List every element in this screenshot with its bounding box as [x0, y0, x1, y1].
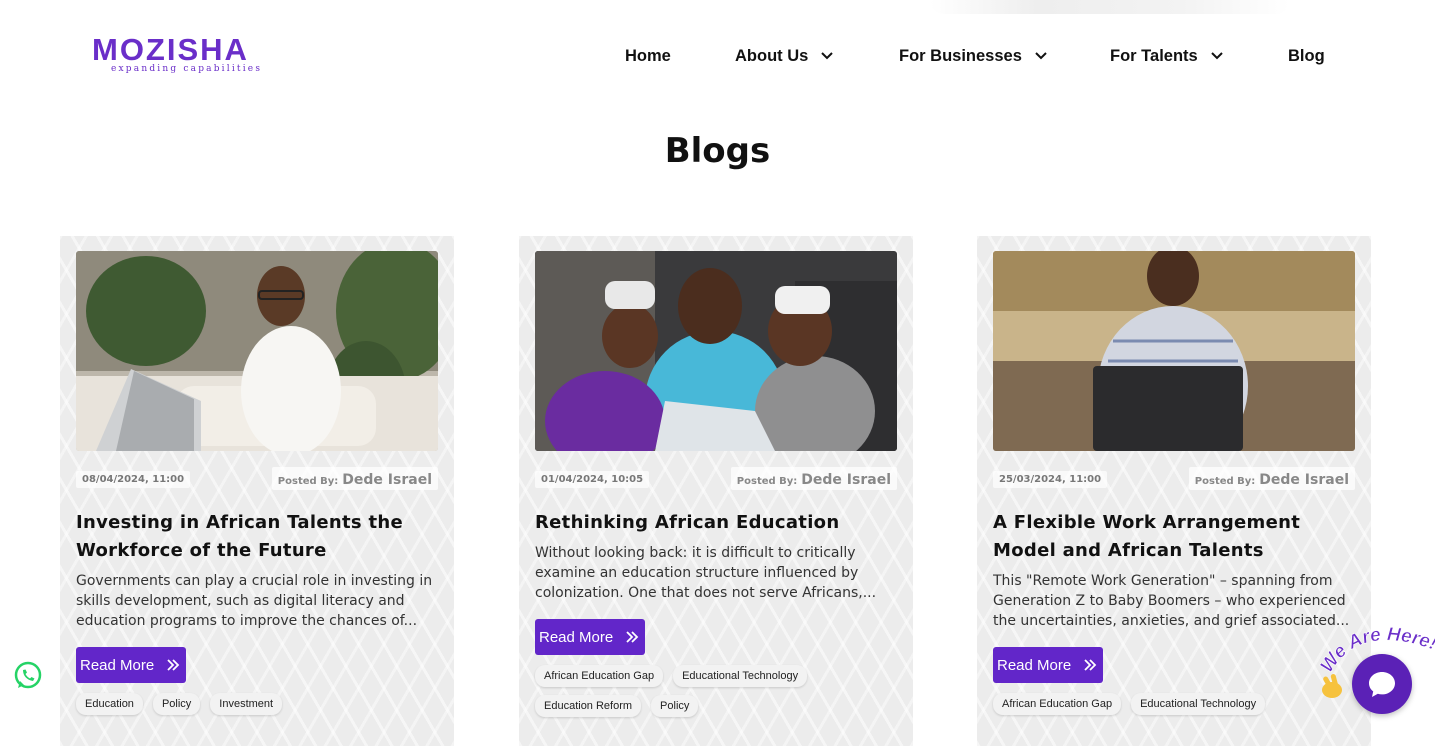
- blog-card-image[interactable]: [993, 251, 1355, 451]
- double-chevron-right-icon: [1084, 659, 1097, 671]
- nav-home[interactable]: Home: [625, 44, 671, 68]
- header-decoration: [930, 0, 1290, 14]
- double-chevron-right-icon: [626, 631, 639, 643]
- tag[interactable]: Investment: [210, 693, 283, 715]
- posted-by-label: Posted By:: [736, 476, 798, 487]
- chevron-down-icon: [1035, 52, 1047, 60]
- tag[interactable]: African Education Gap: [535, 665, 664, 687]
- tag-list: African Education Gap Educational Techno…: [535, 665, 897, 717]
- logo-wordmark: MOZISHA: [92, 32, 249, 67]
- chevron-down-icon: [821, 52, 834, 60]
- woman-with-laptop-photo: [993, 251, 1355, 451]
- blog-card: 08/04/2024, 11:00 Posted By: Dede Israel …: [60, 236, 454, 746]
- chat-button[interactable]: [1352, 654, 1412, 714]
- tag[interactable]: Educational Technology: [1131, 693, 1266, 715]
- card-excerpt: Governments can play a crucial role in i…: [76, 573, 433, 629]
- card-title[interactable]: Rethinking African Education: [535, 509, 897, 537]
- nav-for-businesses[interactable]: For Businesses: [899, 44, 1048, 68]
- card-title[interactable]: Investing in African Talents the Workfor…: [76, 509, 438, 565]
- read-more-button[interactable]: Read More: [535, 619, 646, 655]
- nav-about-us-label: About Us: [735, 46, 809, 65]
- blog-card: 25/03/2024, 11:00 Posted By: Dede Israel …: [977, 236, 1371, 746]
- page-title: Blogs: [664, 130, 771, 171]
- read-more-button[interactable]: Read More: [76, 647, 187, 683]
- tag[interactable]: Policy: [152, 693, 201, 715]
- double-chevron-right-icon: [167, 659, 180, 671]
- waving-hand-icon: [1322, 674, 1342, 698]
- nav-blog-label: Blog: [1288, 46, 1325, 65]
- nav-about-us[interactable]: About Us: [735, 44, 834, 68]
- author-name: Dede Israel: [342, 472, 432, 488]
- man-with-laptop-photo: [76, 251, 438, 451]
- whatsapp-button[interactable]: [13, 661, 43, 691]
- chat-bubble-icon: [1369, 672, 1395, 697]
- nav-for-talents-label: For Talents: [1110, 46, 1198, 65]
- nav-blog[interactable]: Blog: [1288, 44, 1325, 68]
- chevron-down-icon: [1211, 52, 1223, 60]
- read-more-button[interactable]: Read More: [993, 647, 1104, 683]
- blog-card-image[interactable]: [76, 251, 438, 451]
- posted-by-label: Posted By:: [1194, 476, 1256, 487]
- author-name: Dede Israel: [1259, 472, 1349, 488]
- posted-by-label: Posted By:: [277, 476, 339, 487]
- tag[interactable]: Education Reform: [535, 695, 642, 717]
- nav-for-businesses-label: For Businesses: [899, 46, 1022, 65]
- tag[interactable]: African Education Gap: [993, 693, 1122, 715]
- tag[interactable]: Education: [76, 693, 143, 715]
- posted-by: Posted By: Dede Israel: [730, 467, 897, 490]
- card-excerpt: Without looking back: it is difficult to…: [535, 545, 877, 601]
- posted-by: Posted By: Dede Israel: [271, 467, 438, 490]
- author-name: Dede Israel: [801, 472, 891, 488]
- read-more-label: Read More: [539, 628, 614, 646]
- logo[interactable]: MOZISHA expanding capabilities: [92, 34, 292, 78]
- logo-tagline: expanding capabilities: [111, 64, 263, 74]
- blog-card-image[interactable]: [535, 251, 897, 451]
- whatsapp-icon: [14, 661, 42, 689]
- tag-list: African Education Gap Educational Techno…: [993, 693, 1355, 715]
- read-more-label: Read More: [997, 656, 1072, 674]
- blog-card: 01/04/2024, 10:05 Posted By: Dede Israel …: [519, 236, 913, 746]
- nav-for-talents[interactable]: For Talents: [1110, 44, 1224, 68]
- post-date: 25/03/2024, 11:00: [993, 471, 1108, 488]
- post-date: 01/04/2024, 10:05: [535, 471, 650, 488]
- post-date: 08/04/2024, 11:00: [76, 471, 191, 488]
- children-with-vr-headsets-photo: [535, 251, 897, 451]
- posted-by: Posted By: Dede Israel: [1188, 467, 1355, 490]
- nav-home-label: Home: [625, 46, 671, 65]
- tag[interactable]: Policy: [651, 695, 699, 717]
- tag-list: Education Policy Investment: [76, 693, 438, 715]
- tag[interactable]: Educational Technology: [673, 665, 808, 687]
- card-excerpt: This "Remote Work Generation" – spanning…: [993, 573, 1350, 629]
- read-more-label: Read More: [80, 656, 155, 674]
- card-title[interactable]: A Flexible Work Arrangement Model and Af…: [993, 509, 1355, 565]
